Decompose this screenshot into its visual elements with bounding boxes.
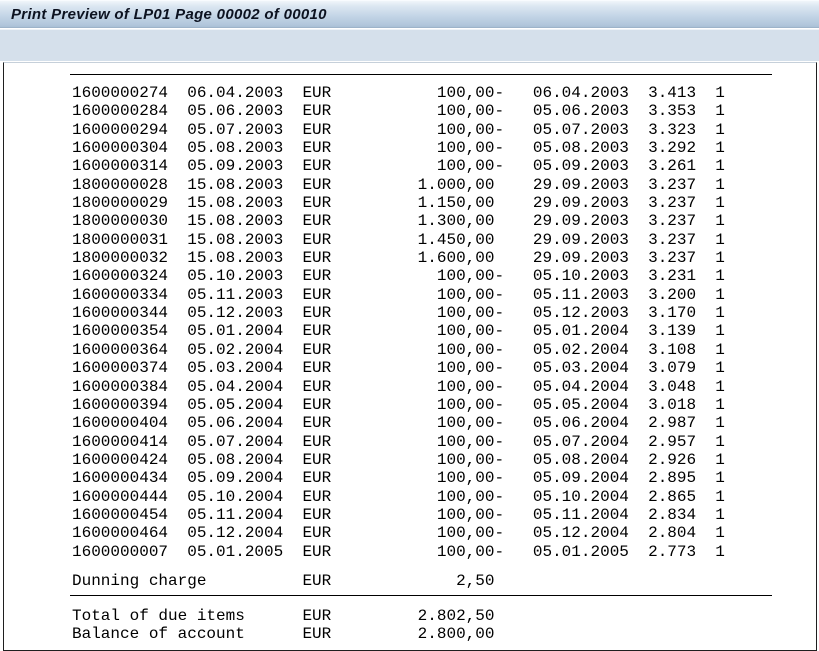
report-row: 1600000344 05.12.2003 EUR 100,00- 05.12.… xyxy=(72,304,725,322)
report-row: 1800000030 15.08.2003 EUR 1.300,00 29.09… xyxy=(72,212,725,230)
report-row: 1600000294 05.07.2003 EUR 100,00- 05.07.… xyxy=(72,121,725,139)
report-row: 1600000434 05.09.2004 EUR 100,00- 05.09.… xyxy=(72,469,725,487)
report-row: 1600000454 05.11.2004 EUR 100,00- 05.11.… xyxy=(72,506,725,524)
totals-lines: Total of due items EUR 2.802,50 Balance … xyxy=(72,607,504,644)
titlebar: Print Preview of LP01 Page 00002 of 0001… xyxy=(0,0,819,28)
report-row: 1600000464 05.12.2004 EUR 100,00- 05.12.… xyxy=(72,524,725,542)
report-row: 1800000029 15.08.2003 EUR 1.150,00 29.09… xyxy=(72,194,725,212)
report-row: 1600000324 05.10.2003 EUR 100,00- 05.10.… xyxy=(72,267,725,285)
window-title: Print Preview of LP01 Page 00002 of 0001… xyxy=(11,6,327,23)
report-row: 1600000414 05.07.2004 EUR 100,00- 05.07.… xyxy=(72,433,725,451)
report-row: 1600000384 05.04.2004 EUR 100,00- 05.04.… xyxy=(72,378,725,396)
report-row: 1600000404 05.06.2004 EUR 100,00- 05.06.… xyxy=(72,414,725,432)
report-row: 1600000304 05.08.2003 EUR 100,00- 05.08.… xyxy=(72,139,725,157)
dunning-charge-line: Dunning charge EUR 2,50 xyxy=(72,572,504,590)
totals-rule xyxy=(70,595,772,596)
report-row: 1600000274 06.04.2003 EUR 100,00- 06.04.… xyxy=(72,84,725,102)
report-row: 1600000334 05.11.2003 EUR 100,00- 05.11.… xyxy=(72,286,725,304)
report-row: 1600000364 05.02.2004 EUR 100,00- 05.02.… xyxy=(72,341,725,359)
toolbar-band xyxy=(0,29,819,61)
report-row: 1800000031 15.08.2003 EUR 1.450,00 29.09… xyxy=(72,231,725,249)
report-row: 1800000032 15.08.2003 EUR 1.600,00 29.09… xyxy=(72,249,725,267)
report-row: 1800000028 15.08.2003 EUR 1.000,00 29.09… xyxy=(72,176,725,194)
report-row: 1600000007 05.01.2005 EUR 100,00- 05.01.… xyxy=(72,543,725,561)
report-row: 1600000284 05.06.2003 EUR 100,00- 05.06.… xyxy=(72,102,725,120)
report-row: 1600000444 05.10.2004 EUR 100,00- 05.10.… xyxy=(72,488,725,506)
line-item-table: 1600000274 06.04.2003 EUR 100,00- 06.04.… xyxy=(72,84,725,561)
report-top-rule xyxy=(70,74,772,75)
report-row: 1600000394 05.05.2004 EUR 100,00- 05.05.… xyxy=(72,396,725,414)
print-preview-window: Print Preview of LP01 Page 00002 of 0001… xyxy=(0,0,819,651)
print-page: 1600000274 06.04.2003 EUR 100,00- 06.04.… xyxy=(3,62,817,651)
report-row: 1600000374 05.03.2004 EUR 100,00- 05.03.… xyxy=(72,359,725,377)
report-row: 1600000354 05.01.2004 EUR 100,00- 05.01.… xyxy=(72,322,725,340)
report-row: 1600000314 05.09.2003 EUR 100,00- 05.09.… xyxy=(72,157,725,175)
report-row: 1600000424 05.08.2004 EUR 100,00- 05.08.… xyxy=(72,451,725,469)
